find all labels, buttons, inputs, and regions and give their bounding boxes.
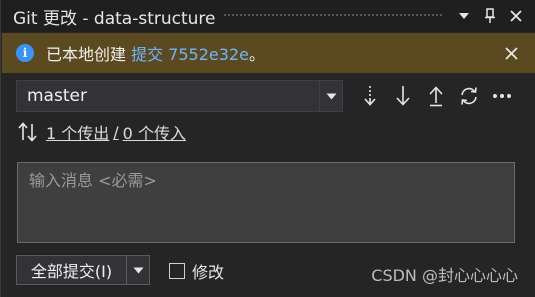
commit-all-button[interactable]: 全部提交(I) <box>17 258 126 282</box>
git-changes-panel: Git 更改 - data-structure i 已本地创建 提交 7552e… <box>0 0 535 297</box>
pin-icon[interactable] <box>478 4 502 28</box>
outgoing-incoming-row: 1 个传出 / 0 个传入 <box>18 120 186 144</box>
branch-name: master <box>27 86 87 106</box>
commit-all-split-button: 全部提交(I) <box>16 255 150 285</box>
chevron-down-icon[interactable] <box>452 4 476 28</box>
outgoing-link[interactable]: 1 个传出 <box>46 120 109 144</box>
close-icon[interactable] <box>504 4 528 28</box>
close-icon[interactable] <box>501 43 521 63</box>
branch-dropdown[interactable]: master <box>16 80 343 112</box>
commit-message-box <box>17 162 515 243</box>
outgoing-incoming-icon <box>18 122 38 142</box>
info-message: 已本地创建 提交 7552e32e。 <box>46 41 265 65</box>
commit-link[interactable]: 提交 7552e32e <box>131 45 249 64</box>
pull-icon[interactable] <box>386 81 419 111</box>
amend-label: 修改 <box>192 263 225 282</box>
window-title: Git 更改 - data-structure <box>13 8 216 29</box>
info-message-prefix: 已本地创建 <box>46 45 132 64</box>
fetch-icon[interactable] <box>353 81 386 111</box>
title-drag-grip[interactable] <box>223 13 442 19</box>
window-title-bar: Git 更改 - data-structure <box>1 0 535 32</box>
sync-separator: / <box>113 122 119 142</box>
info-message-suffix: 。 <box>248 45 265 64</box>
push-icon[interactable] <box>419 81 452 111</box>
commit-message-input[interactable] <box>18 163 514 242</box>
info-icon: i <box>16 44 34 62</box>
chevron-down-icon[interactable] <box>319 81 342 111</box>
incoming-link[interactable]: 0 个传入 <box>123 120 186 144</box>
git-toolbar <box>353 81 518 111</box>
checkbox-box[interactable] <box>169 263 185 279</box>
sync-icon[interactable] <box>452 81 485 111</box>
amend-checkbox[interactable]: 修改 <box>169 259 224 283</box>
watermark: CSDN @封心心心心 <box>371 266 518 285</box>
chevron-down-icon[interactable] <box>126 256 149 284</box>
info-bar: i 已本地创建 提交 7552e32e。 <box>2 33 535 73</box>
more-icon[interactable] <box>485 81 518 111</box>
